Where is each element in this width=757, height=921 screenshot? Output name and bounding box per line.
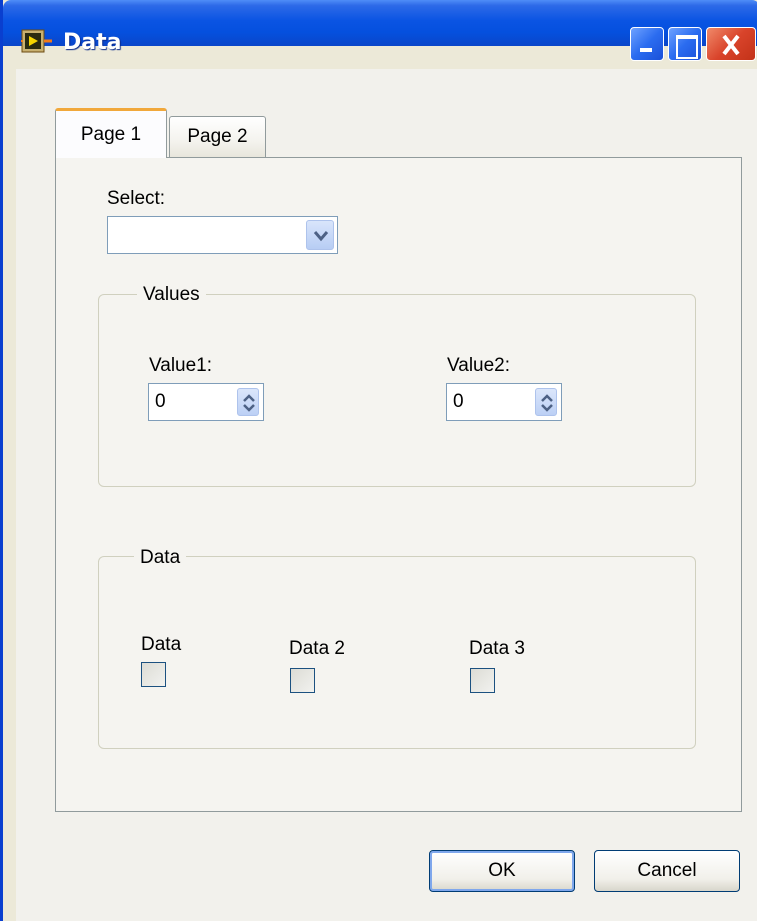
- value1-label: Value1:: [149, 355, 213, 376]
- checkbox-data-3[interactable]: [470, 668, 495, 693]
- app-icon: [21, 28, 53, 58]
- close-icon: [722, 34, 740, 56]
- dropdown-arrow-button[interactable]: [306, 220, 334, 250]
- window-title: Data: [63, 30, 122, 55]
- minimize-button[interactable]: [630, 27, 664, 61]
- chevron-down-icon: [313, 231, 329, 242]
- select-dropdown[interactable]: [107, 216, 338, 254]
- checkbox-data-2[interactable]: [290, 668, 315, 693]
- ok-button-label: OK: [488, 860, 516, 881]
- tab-page-2[interactable]: Page 2: [169, 116, 266, 157]
- tab-label: Page 2: [187, 126, 248, 147]
- select-label: Select:: [107, 188, 166, 209]
- value1-spinner[interactable]: [237, 388, 259, 416]
- checkbox-data-label: Data: [141, 634, 182, 655]
- close-button[interactable]: [706, 27, 756, 61]
- data-group-title: Data: [134, 547, 187, 569]
- value2-value: 0: [453, 391, 464, 412]
- values-group-title: Values: [137, 284, 206, 306]
- maximize-button[interactable]: [668, 27, 702, 61]
- tab-page-1[interactable]: Page 1: [55, 108, 167, 158]
- value1-value: 0: [155, 391, 166, 412]
- checkbox-data[interactable]: [141, 662, 166, 687]
- value2-label: Value2:: [447, 355, 511, 376]
- title-bar[interactable]: Data: [3, 0, 757, 61]
- tab-label: Page 1: [80, 123, 142, 145]
- spinner-arrows-icon: [541, 394, 553, 412]
- value2-numeric-input[interactable]: 0: [446, 383, 562, 421]
- checkbox-data-3-label: Data 3: [469, 638, 525, 659]
- value2-spinner[interactable]: [535, 388, 557, 416]
- checkbox-data-2-label: Data 2: [289, 638, 345, 659]
- ok-button[interactable]: OK: [429, 850, 575, 892]
- value1-numeric-input[interactable]: 0: [148, 383, 264, 421]
- data-group: [98, 556, 696, 749]
- spinner-arrows-icon: [243, 394, 255, 412]
- cancel-button[interactable]: Cancel: [594, 850, 740, 892]
- dialog-window: Data Page 2 Page 1 Select: Values Value1…: [0, 0, 757, 921]
- cancel-button-label: Cancel: [637, 860, 697, 881]
